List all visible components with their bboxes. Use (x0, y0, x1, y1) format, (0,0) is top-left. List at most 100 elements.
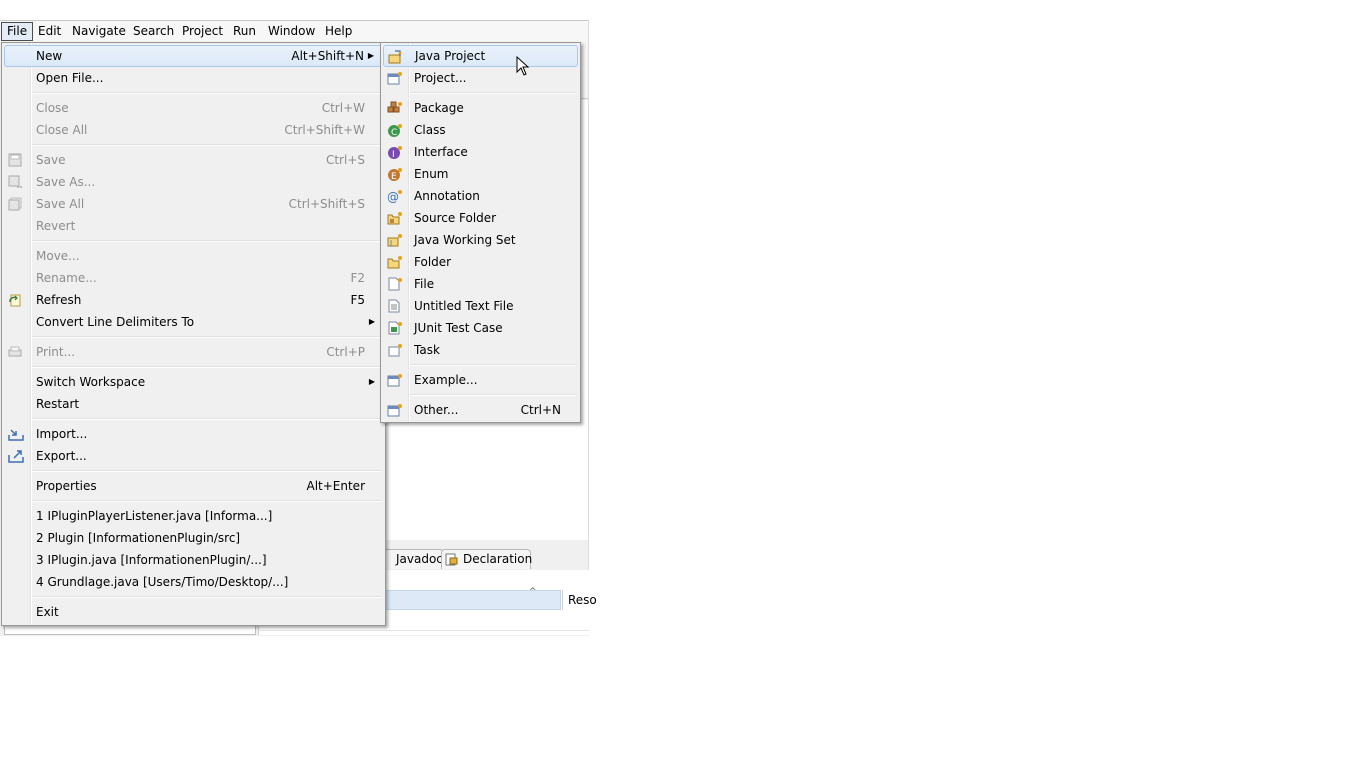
menu-item-label: File (414, 277, 435, 291)
declaration-icon (445, 553, 458, 566)
interface-icon: I (387, 145, 402, 159)
column-header-selected[interactable]: ^ (381, 587, 561, 610)
tab-javadoc[interactable]: Javadoc (382, 549, 444, 569)
menu-separator (32, 92, 382, 94)
menu-item-open-file[interactable]: Open File... (4, 67, 383, 89)
menu-bar: File Edit Navigate Search Project Run Wi… (0, 21, 588, 43)
menu-item-junit-test-case[interactable]: JUnit Test Case (383, 317, 578, 339)
menu-item-untitled-text-file[interactable]: Untitled Text File (383, 295, 578, 317)
menu-item-annotation[interactable]: @ Annotation (383, 185, 578, 207)
mouse-cursor-icon (516, 56, 530, 76)
menu-separator (32, 240, 382, 242)
menu-item-class[interactable]: C Class (383, 119, 578, 141)
menu-navigate[interactable]: Navigate (67, 23, 131, 40)
menu-item-label: Revert (36, 219, 76, 233)
recent-file-4[interactable]: 4 Grundlage.java [Users/Timo/Desktop/...… (4, 571, 383, 593)
menu-item-shortcut: F5 (350, 293, 365, 307)
menu-item-source-folder[interactable]: Source Folder (383, 207, 578, 229)
column-header-resource[interactable]: Reso (562, 590, 608, 610)
save-all-icon (8, 197, 22, 211)
project-icon (387, 71, 402, 85)
menu-separator (32, 336, 382, 338)
menu-item-rename: Rename... F2 (4, 267, 383, 289)
menu-item-shortcut: F2 (350, 271, 365, 285)
menu-item-shortcut: Ctrl+S (325, 153, 365, 167)
menu-item-label: Untitled Text File (414, 299, 514, 313)
tab-declaration[interactable]: Declaration (441, 549, 532, 569)
recent-file-2[interactable]: 2 Plugin [InformationenPlugin/src] (4, 527, 383, 549)
svg-text:@: @ (387, 190, 399, 203)
menu-run[interactable]: Run (228, 23, 261, 40)
task-icon (387, 343, 402, 357)
submenu-arrow-icon: ▶ (368, 317, 375, 326)
menu-item-other[interactable]: Other... Ctrl+N (383, 399, 578, 421)
menu-item-restart[interactable]: Restart (4, 393, 383, 415)
menu-separator (32, 144, 382, 146)
menu-item-convert-line-delimiters[interactable]: Convert Line Delimiters To ▶ (4, 311, 383, 333)
menu-window[interactable]: Window (263, 23, 320, 40)
menu-item-label: Switch Workspace (36, 375, 146, 389)
menu-item-properties[interactable]: Properties Alt+Enter (4, 475, 383, 497)
menu-item-switch-workspace[interactable]: Switch Workspace ▶ (4, 371, 383, 393)
column-header-resource-label: Reso (568, 593, 597, 607)
menu-item-label: Package (414, 101, 464, 115)
menu-item-new[interactable]: New Alt+Shift+N ▶ (4, 45, 383, 67)
menu-item-enum[interactable]: E Enum (383, 163, 578, 185)
junit-icon (387, 321, 402, 335)
java-working-set-icon: J (387, 233, 402, 247)
menu-separator (410, 364, 577, 366)
enum-icon: E (387, 167, 402, 181)
menu-separator (32, 418, 382, 420)
print-icon (8, 345, 22, 359)
menu-item-shortcut: Ctrl+N (520, 403, 561, 417)
menu-item-label: Restart (36, 397, 80, 411)
recent-file-1[interactable]: 1 IPluginPlayerListener.java [Informa...… (4, 505, 383, 527)
menu-item-example[interactable]: Example... (383, 369, 578, 391)
refresh-icon (8, 293, 22, 307)
menu-file[interactable]: File (1, 22, 34, 41)
recent-file-label: 2 Plugin [InformationenPlugin/src] (36, 531, 241, 545)
menu-item-export[interactable]: Export... (4, 445, 383, 467)
menu-item-folder[interactable]: Folder (383, 251, 578, 273)
menu-item-task[interactable]: Task (383, 339, 578, 361)
menu-item-file[interactable]: File (383, 273, 578, 295)
submenu-arrow-icon: ▶ (367, 51, 374, 60)
menu-item-project[interactable]: Project... (383, 67, 578, 89)
menu-item-label: Source Folder (414, 211, 497, 225)
menu-item-label: Annotation (414, 189, 480, 203)
menu-item-shortcut: Alt+Enter (306, 479, 365, 493)
menu-item-java-working-set[interactable]: J Java Working Set (383, 229, 578, 251)
import-icon (8, 427, 24, 441)
menu-edit[interactable]: Edit (33, 23, 66, 40)
menu-item-refresh[interactable]: Refresh F5 (4, 289, 383, 311)
menu-item-save: Save Ctrl+S (4, 149, 383, 171)
recent-file-3[interactable]: 3 IPlugin.java [InformationenPlugin/...] (4, 549, 383, 571)
menu-item-move: Move... (4, 245, 383, 267)
menu-item-java-project[interactable]: Java Project (383, 45, 578, 67)
javadoc-label: Javadoc (396, 552, 443, 566)
save-as-icon (8, 175, 22, 189)
menu-item-label: Project... (414, 71, 467, 85)
other-wizard-icon (387, 403, 402, 417)
menu-item-save-all: Save All Ctrl+Shift+S (4, 193, 383, 215)
menu-item-shortcut: Ctrl+Shift+S (288, 197, 365, 211)
menu-item-label: Java Project (415, 49, 486, 63)
menu-item-label: Other... (414, 403, 459, 417)
menu-item-label: Class (414, 123, 446, 137)
menu-item-exit[interactable]: Exit (4, 601, 383, 623)
menu-project[interactable]: Project (177, 23, 228, 40)
menu-item-label: New (36, 49, 63, 63)
menu-separator (32, 596, 382, 598)
java-project-icon (388, 50, 402, 64)
menu-item-label: Convert Line Delimiters To (36, 315, 195, 329)
toolbar-fragment (580, 42, 588, 99)
save-icon (8, 153, 22, 167)
menu-item-save-as: Save As... (4, 171, 383, 193)
menu-item-label: Export... (36, 449, 87, 463)
menu-item-import[interactable]: Import... (4, 423, 383, 445)
menu-search[interactable]: Search (128, 23, 179, 40)
menu-item-label: Refresh (36, 293, 82, 307)
menu-help[interactable]: Help (320, 23, 357, 40)
menu-item-package[interactable]: Package (383, 97, 578, 119)
menu-item-interface[interactable]: I Interface (383, 141, 578, 163)
